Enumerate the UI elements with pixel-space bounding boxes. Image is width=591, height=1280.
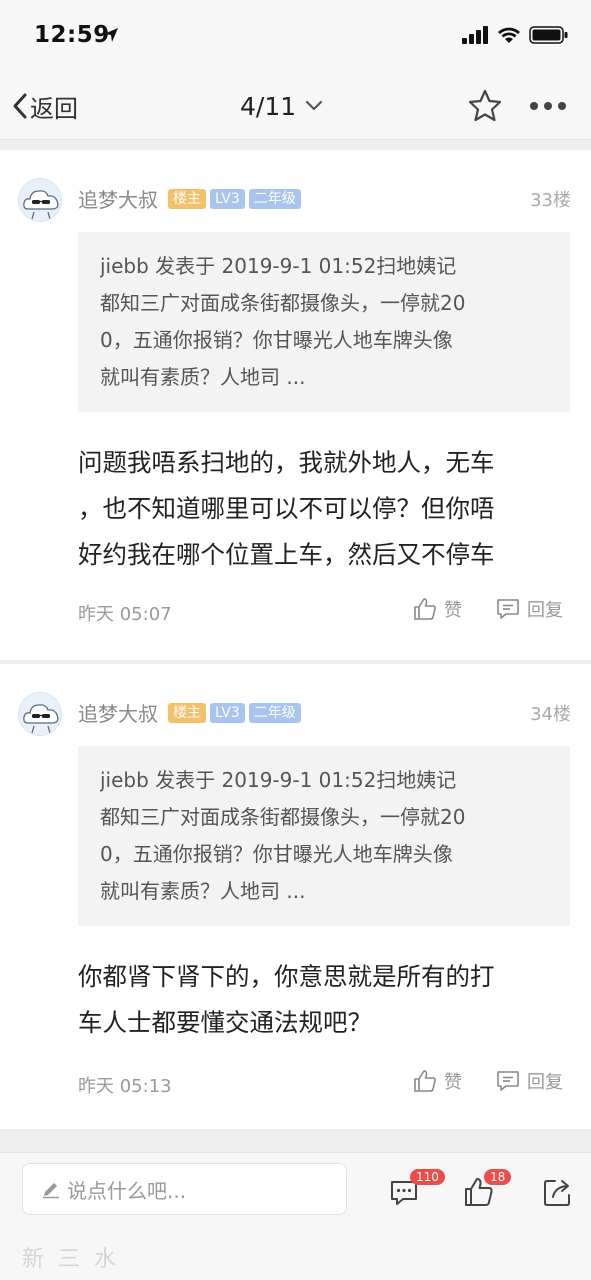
avatar[interactable] xyxy=(18,178,62,222)
status-time: 12:59 xyxy=(34,22,110,48)
quote-line: 0，五通你报销？你甘曝光人地车牌头像 xyxy=(100,328,453,352)
reply-post: 追梦大叔 楼主 LV3 二年级 33楼 jiebb 发表于 2019-9-1 0… xyxy=(0,150,591,660)
like-label: 赞 xyxy=(444,1072,462,1093)
share-icon xyxy=(544,1180,570,1206)
comment-placeholder: 说点什么吧... xyxy=(67,1178,187,1203)
status-bar: 12:59 xyxy=(0,0,591,72)
quote-line: jiebb 发表于 2019-9-1 01:52扫地姨记 xyxy=(100,254,457,278)
star-icon[interactable] xyxy=(467,88,503,124)
reply-label: 回复 xyxy=(527,600,563,621)
back-chevron-icon xyxy=(13,93,27,119)
comments-button[interactable]: 110 xyxy=(388,1169,445,1209)
likes-button[interactable]: 18 xyxy=(462,1169,512,1209)
reply-icon xyxy=(497,1071,519,1091)
thread-content: 追梦大叔 楼主 LV3 二年级 33楼 jiebb 发表于 2019-9-1 0… xyxy=(0,140,591,1152)
back-button[interactable]: 返回 xyxy=(10,86,78,126)
quote-line: 就叫有素质？人地司 ... xyxy=(100,365,306,389)
thumbs-up-icon xyxy=(414,1070,436,1092)
user-line: 追梦大叔 楼主 LV3 二年级 xyxy=(78,184,305,213)
reply-button[interactable]: 回复 xyxy=(495,596,563,622)
user-line: 追梦大叔 楼主 LV3 二年级 xyxy=(78,698,305,727)
grade-badge: 二年级 xyxy=(248,188,301,209)
body-line: 车人士都要懂交通法规吧？ xyxy=(78,1008,372,1037)
reply-button[interactable]: 回复 xyxy=(495,1068,563,1094)
page-indicator-text: 4/11 xyxy=(240,91,297,121)
quote-line: 0，五通你报销？你甘曝光人地车牌头像 xyxy=(100,842,453,866)
nav-bar: 返回 4/11 xyxy=(0,72,591,140)
reply-icon xyxy=(497,599,519,619)
likes-count-badge: 18 xyxy=(484,1169,512,1185)
chevron-down-icon xyxy=(306,100,323,111)
location-arrow-icon xyxy=(104,28,118,42)
quote-line: 就叫有素质？人地司 ... xyxy=(100,879,306,903)
body-line: ，也不知道哪里可以不可以停？但你唔 xyxy=(78,494,495,523)
quote-block[interactable]: jiebb 发表于 2019-9-1 01:52扫地姨记 都知三广对面成条街都摄… xyxy=(78,746,570,926)
thumbs-up-icon xyxy=(414,598,436,620)
post-body: 你都肾下肾下的，你意思就是所有的打 车人士都要懂交通法规吧？ xyxy=(78,954,558,1046)
post-body: 问题我唔系扫地的，我就外地人，无车 ，也不知道哪里可以不可以停？但你唔 好约我在… xyxy=(78,440,558,578)
post-time: 昨天 05:07 xyxy=(78,604,172,625)
bottom-bar: 说点什么吧... 110 18 新三水 xyxy=(0,1152,591,1280)
reply-label: 回复 xyxy=(527,1072,563,1093)
share-button[interactable] xyxy=(541,1175,575,1209)
floor-number: 33楼 xyxy=(530,190,571,211)
comments-count-badge: 110 xyxy=(410,1169,445,1185)
like-label: 赞 xyxy=(444,600,462,621)
host-badge: 楼主 xyxy=(168,702,206,723)
quote-line: 都知三广对面成条街都摄像头，一停就20 xyxy=(100,805,466,829)
like-button[interactable]: 赞 xyxy=(412,1068,462,1094)
watermark: 新三水 xyxy=(22,1247,131,1272)
battery-icon xyxy=(529,26,568,44)
more-icon[interactable] xyxy=(528,94,568,118)
level-badge: LV3 xyxy=(210,702,245,723)
avatar[interactable] xyxy=(18,692,62,736)
wifi-icon xyxy=(498,27,520,43)
grade-badge: 二年级 xyxy=(248,702,301,723)
pencil-icon xyxy=(43,1183,59,1199)
username[interactable]: 追梦大叔 xyxy=(78,184,158,213)
post-meta: 昨天 05:13 赞 回复 xyxy=(78,1068,570,1098)
comment-input[interactable]: 说点什么吧... xyxy=(22,1163,347,1215)
back-label: 返回 xyxy=(30,94,78,123)
host-badge: 楼主 xyxy=(168,188,206,209)
post-time: 昨天 05:13 xyxy=(78,1076,172,1097)
like-button[interactable]: 赞 xyxy=(412,596,462,622)
body-line: 问题我唔系扫地的，我就外地人，无车 xyxy=(78,448,495,477)
reply-post: 追梦大叔 楼主 LV3 二年级 34楼 jiebb 发表于 2019-9-1 0… xyxy=(0,664,591,1129)
quote-line: 都知三广对面成条街都摄像头，一停就20 xyxy=(100,291,466,315)
cloud-avatar-icon xyxy=(19,693,61,735)
body-line: 好约我在哪个位置上车，然后又不停车 xyxy=(78,540,495,569)
username[interactable]: 追梦大叔 xyxy=(78,698,158,727)
signal-icon xyxy=(462,26,488,44)
body-line: 你都肾下肾下的，你意思就是所有的打 xyxy=(78,962,495,991)
floor-number: 34楼 xyxy=(530,704,571,725)
level-badge: LV3 xyxy=(210,188,245,209)
cloud-avatar-icon xyxy=(19,179,61,221)
page-selector[interactable]: 4/11 xyxy=(240,86,324,126)
quote-line: jiebb 发表于 2019-9-1 01:52扫地姨记 xyxy=(100,768,457,792)
quote-block[interactable]: jiebb 发表于 2019-9-1 01:52扫地姨记 都知三广对面成条街都摄… xyxy=(78,232,570,412)
post-meta: 昨天 05:07 赞 回复 xyxy=(78,596,570,626)
